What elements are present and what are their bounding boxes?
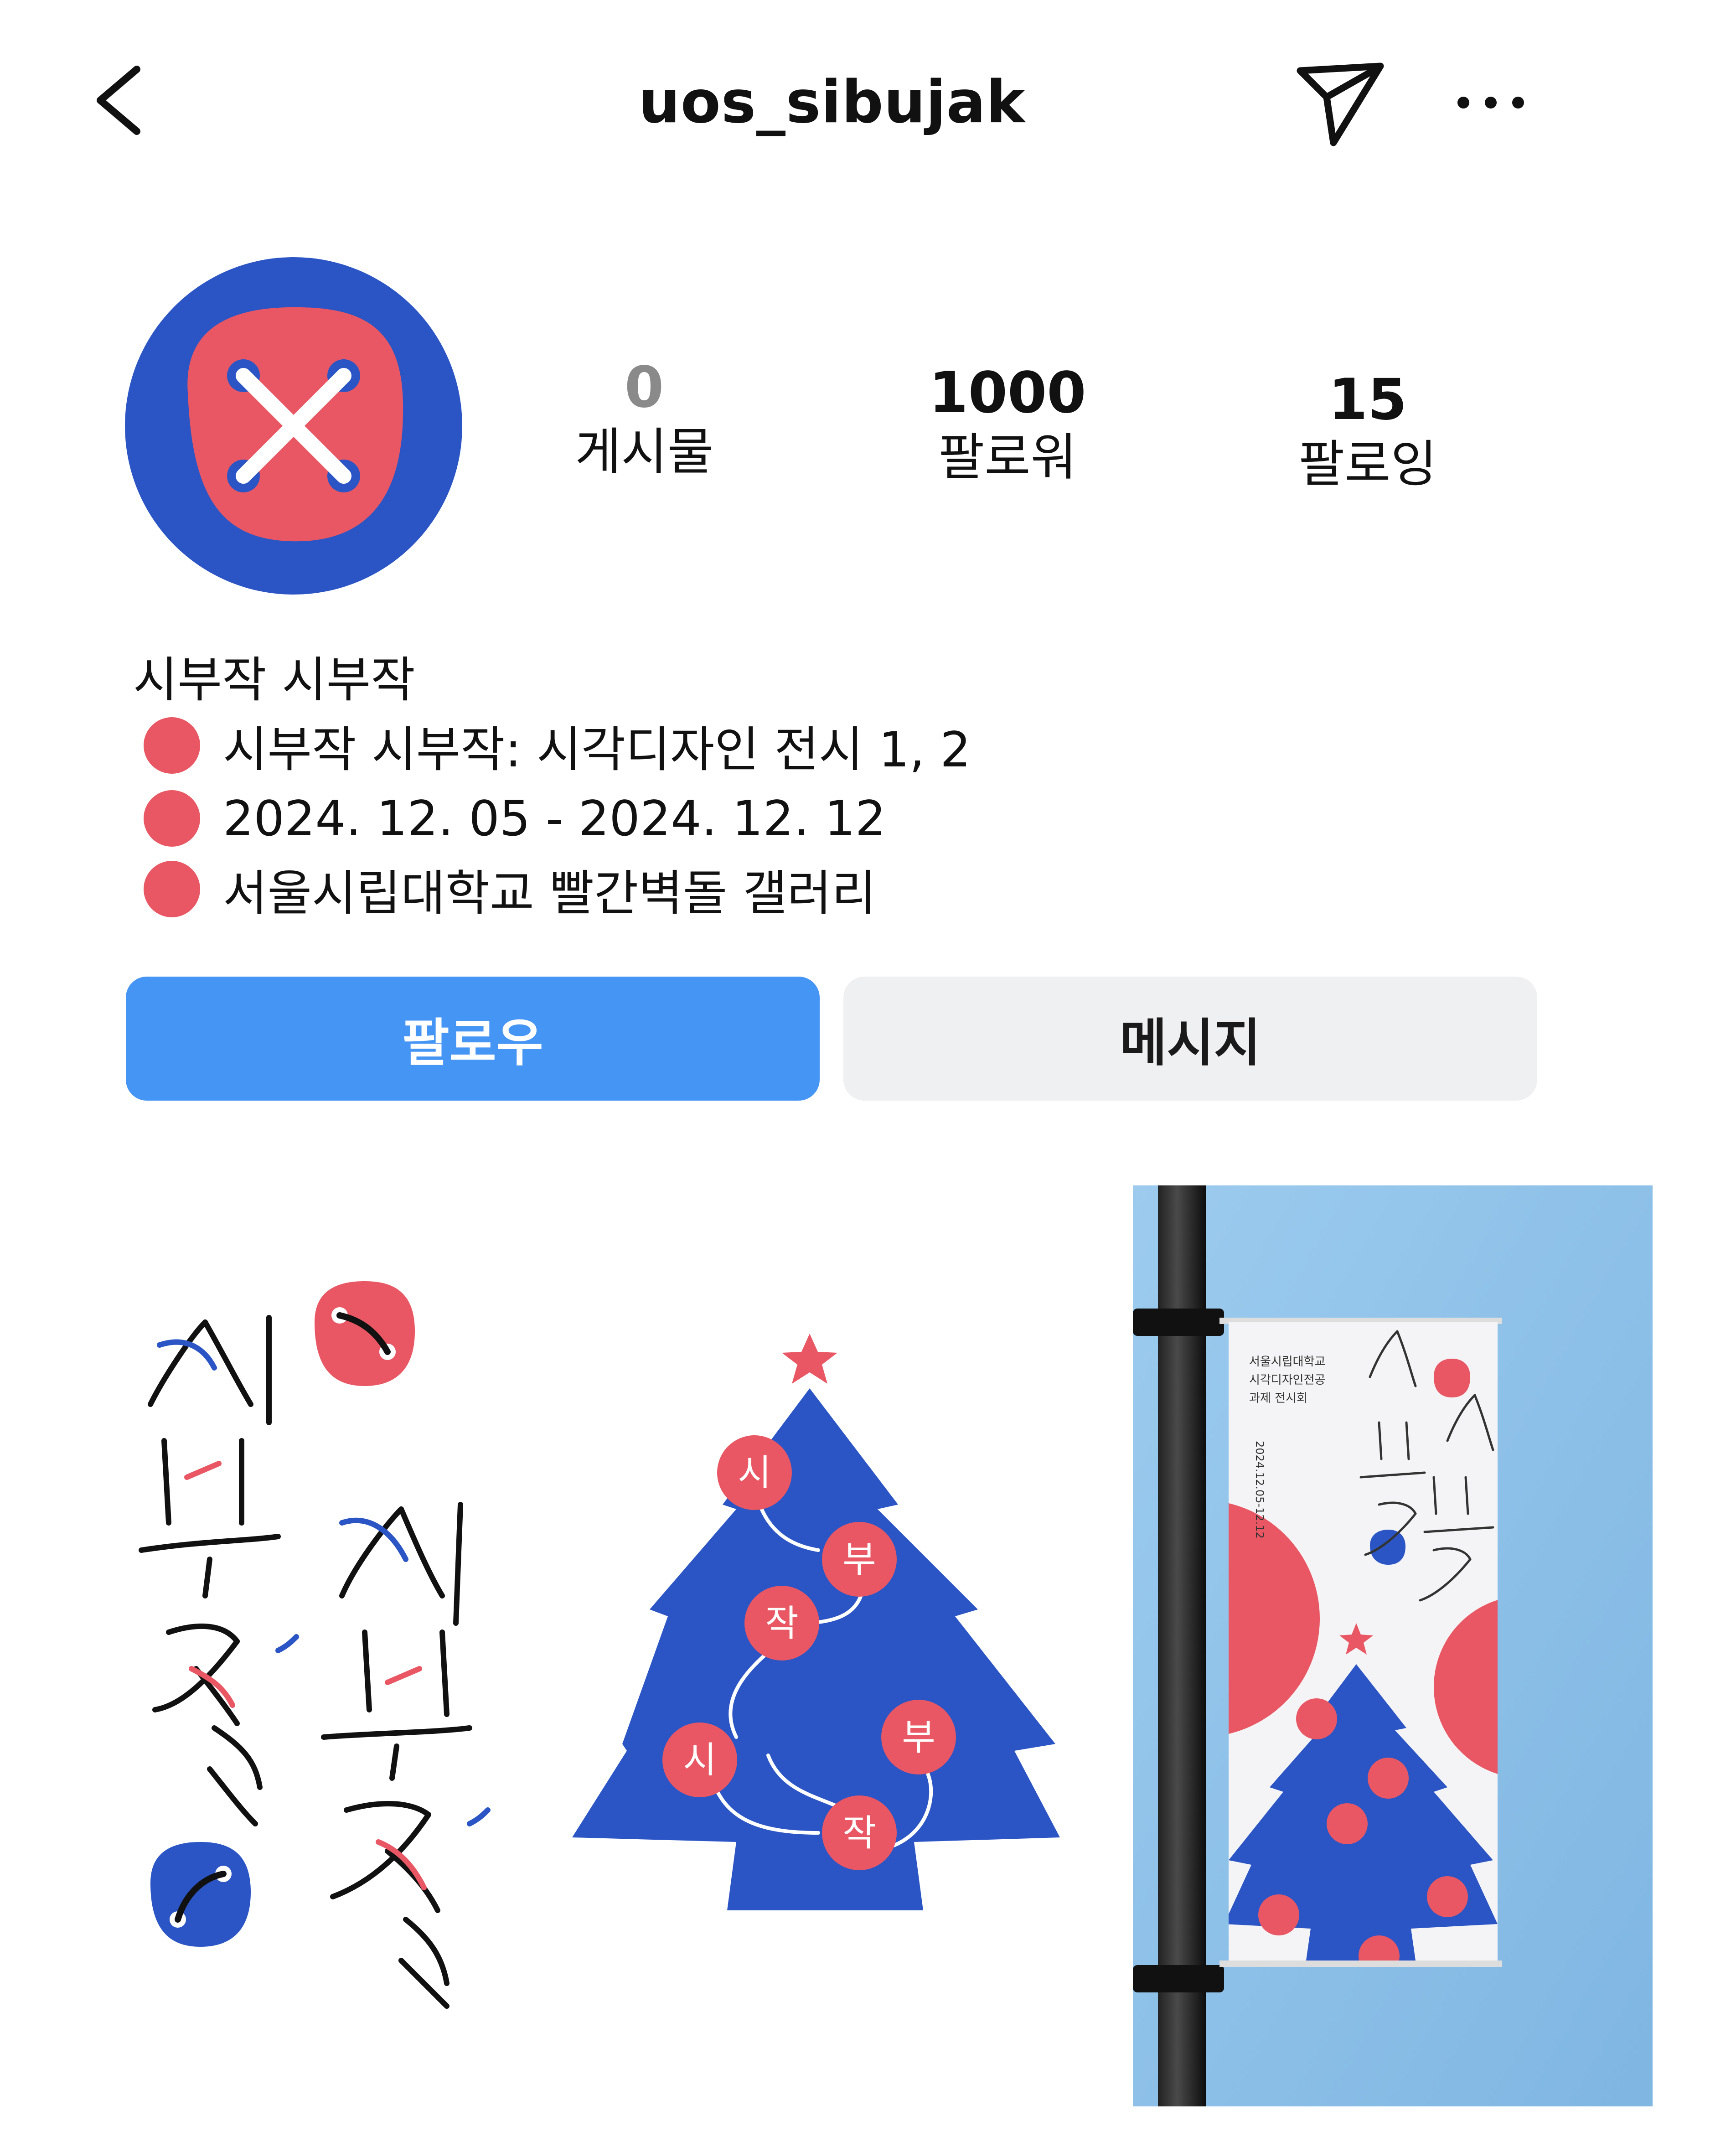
stat-followers[interactable]: 1000 팔로워 [880,365,1135,482]
stat-following-label: 팔로잉 [1298,435,1437,493]
bio-line: 시부작 시부작: 시각디자인 전시 1, 2 [144,716,971,778]
more-horizontal-icon [1457,97,1524,109]
stat-posts-count: 0 [624,355,664,420]
profile-avatar[interactable] [124,256,463,595]
bio-line-text: 시부작 시부작: 시각디자인 전시 1, 2 [223,722,971,778]
ornament-text: 시 [738,1452,771,1494]
stat-following-count: 15 [1328,367,1407,433]
stat-following[interactable]: 15 팔로잉 [1240,372,1495,489]
more-button[interactable] [1450,89,1532,116]
banner-text: 서울시립대학교 [1249,1355,1325,1369]
stat-posts-label: 게시물 [575,423,713,481]
ornament-text: 부 [842,1538,876,1581]
bio-line-text: 서울시립대학교 빨간벽돌 갤러리 [223,865,876,921]
ornament-text: 시 [683,1739,717,1781]
red-circle-emoji-icon [144,861,200,917]
banner-date: 2024.12.05-12.12 [1253,1441,1266,1539]
button-logo-icon [125,257,462,595]
red-circle-emoji-icon [144,790,200,847]
ornament-text: 작 [765,1602,799,1645]
follow-button[interactable]: 팔로우 [126,977,820,1101]
message-button[interactable]: 메시지 [843,977,1537,1101]
stat-followers-count: 1000 [929,360,1086,426]
red-circle-emoji-icon [144,717,200,774]
ornament-text: 작 [842,1812,876,1854]
banner-text: 시각디자인전공 [1249,1373,1325,1387]
post-thumbnail-tree[interactable]: 시 부 작 부 시 작 [563,1185,1083,2106]
profile-username: uos_sibujak [638,68,1026,136]
street-banner-image: 서울시립대학교 시각디자인전공 과제 전시회 2024.12.05-12.12 [1133,1185,1653,2106]
profile-display-name: 시부작 시부작 [133,652,415,708]
bio-line-text: 2024. 12. 05 - 2024. 12. 12 [223,790,886,847]
christmas-tree-image: 시 부 작 부 시 작 [572,1334,1060,1910]
share-button[interactable] [1295,62,1386,148]
banner-text: 과제 전시회 [1249,1392,1307,1405]
bio-line: 서울시립대학교 빨간벽돌 갤러리 [144,859,876,921]
stat-followers-label: 팔로워 [938,428,1077,486]
bio-line: 2024. 12. 05 - 2024. 12. 12 [144,789,886,848]
post-thumbnail-banner[interactable]: 서울시립대학교 시각디자인전공 과제 전시회 2024.12.05-12.12 [1133,1185,1653,2106]
paper-plane-icon [1297,62,1384,146]
ornament-text: 부 [902,1716,935,1759]
stat-posts[interactable]: 0 게시물 [517,359,772,477]
